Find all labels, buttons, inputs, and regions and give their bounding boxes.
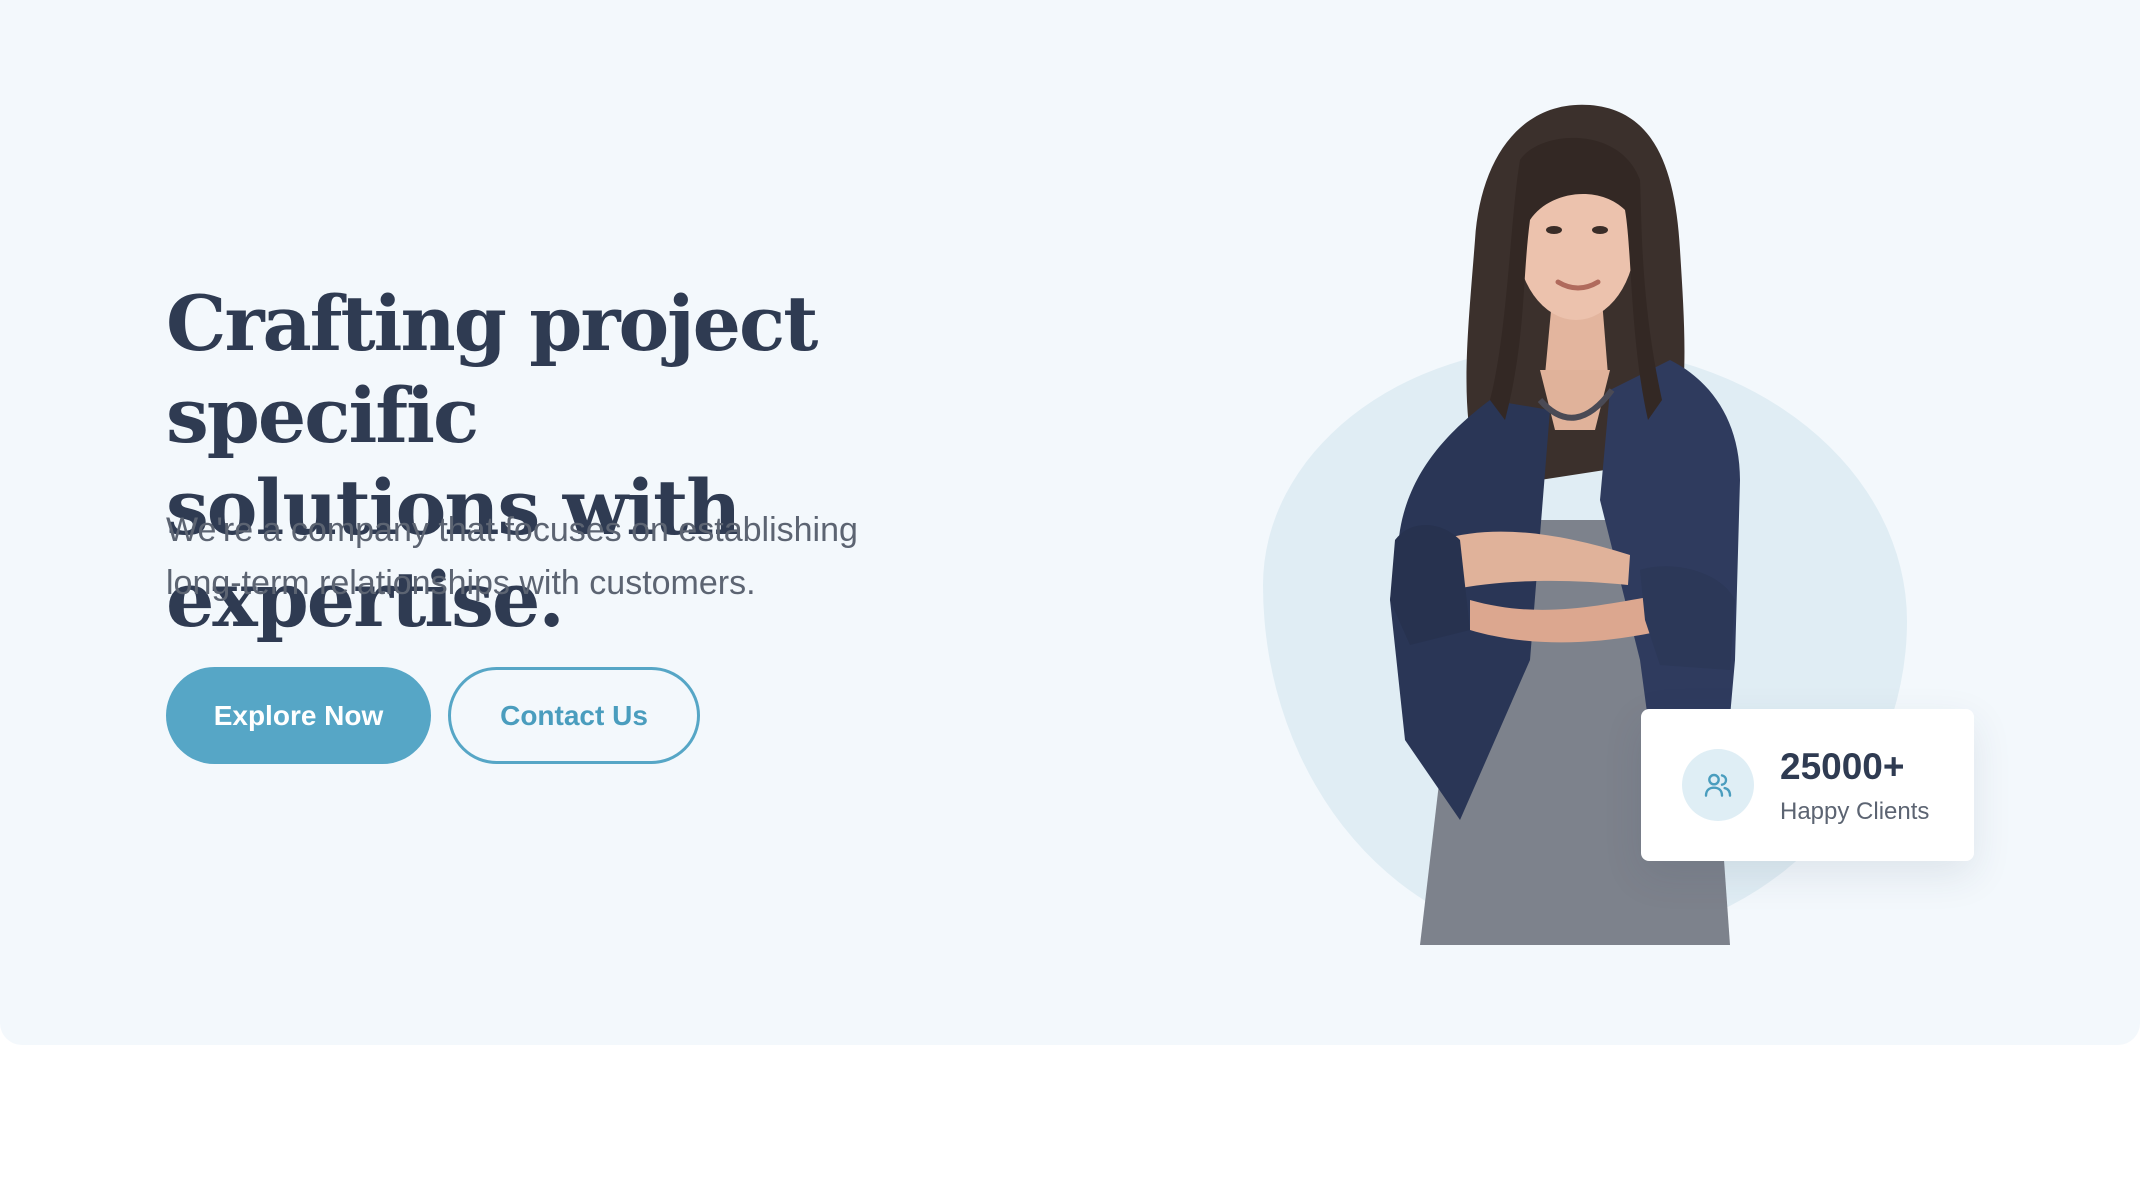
headline-line-1: Crafting project specific: [166, 279, 818, 460]
stat-value: 25000+: [1780, 746, 1905, 787]
happy-clients-card: 25000+ Happy Clients: [1641, 709, 1974, 861]
explore-now-button[interactable]: Explore Now: [166, 667, 431, 764]
stat-label: Happy Clients: [1780, 798, 1930, 825]
hero-subtitle: We're a company that focuses on establis…: [166, 504, 986, 610]
subtitle-line-1: We're a company that focuses on establis…: [166, 511, 858, 549]
users-icon: [1682, 749, 1754, 821]
hero-section: Crafting project specific solutions with…: [0, 0, 2140, 1045]
subtitle-line-2: long-term relationships with customers.: [166, 564, 756, 602]
contact-us-button[interactable]: Contact Us: [448, 667, 700, 764]
